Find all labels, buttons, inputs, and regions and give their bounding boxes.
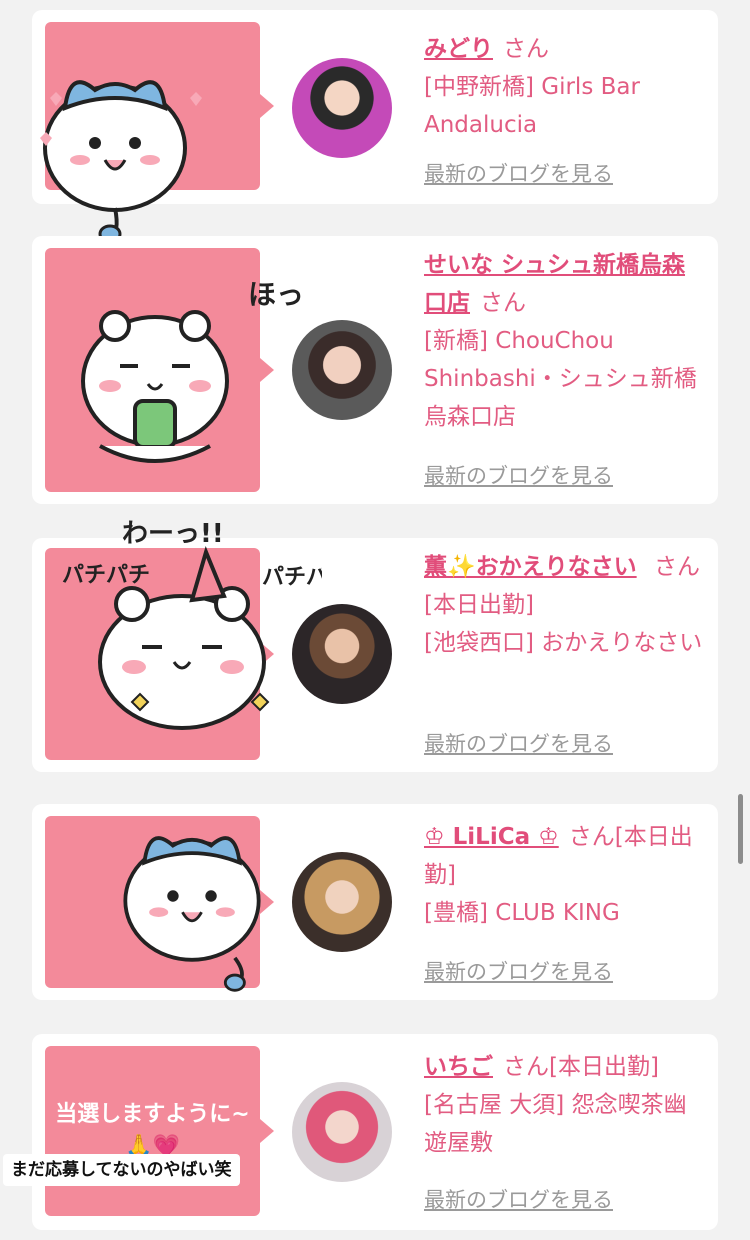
message-bubble[interactable] — [45, 548, 274, 760]
latest-blog-link[interactable]: 最新のブログを見る — [424, 460, 613, 490]
list-item[interactable]: わーっ!! パチパチ パチパチ 薫✨おかえりなさい さん[本日出勤] [池袋西口… — [32, 519, 718, 772]
avatar[interactable] — [292, 1082, 392, 1182]
shop-name: [名古屋 大須] 怨念喫茶幽遊屋敷 — [424, 1092, 687, 1156]
overlay-caption: まだ応募してないのやばい笑 — [3, 1154, 240, 1186]
shop-name: [新橋] ChouChou Shinbashi・シュシュ新橋烏森口店 — [424, 328, 697, 430]
list-item[interactable]: ほっ…… せいな シュシュ新橋烏森口店さん [新橋] ChouChou Shin… — [32, 236, 718, 504]
scrollbar[interactable] — [738, 794, 743, 864]
latest-blog-link[interactable]: 最新のブログを見る — [424, 158, 613, 188]
avatar[interactable] — [292, 604, 392, 704]
svg-text:わーっ!!: わーっ!! — [122, 519, 224, 549]
message-bubble[interactable]: 当選しますように~🙏💗 — [45, 1046, 274, 1216]
list-item[interactable]: 当選しますように~🙏💗 いちご さん[本日出勤] [名古屋 大須] 怨念喫茶幽遊屋… — [32, 1034, 718, 1230]
girl-name-link[interactable]: ♔ LiLiCa ♔ — [424, 824, 559, 850]
latest-blog-link[interactable]: 最新のブログを見る — [424, 1184, 613, 1214]
message-bubble[interactable] — [45, 816, 274, 988]
honorific: さん — [568, 824, 615, 850]
svg-text:パチパチ: パチパチ — [262, 565, 322, 590]
list-item[interactable]: ♔ LiLiCa ♔ さん[本日出勤] [豊橋] CLUB KING 最新のブログ… — [32, 804, 718, 1000]
avatar[interactable] — [292, 320, 392, 420]
message-bubble[interactable] — [45, 22, 274, 190]
girl-name-link[interactable]: せいな シュシュ新橋烏森口店 — [424, 252, 685, 316]
shop-name: [豊橋] CLUB KING — [424, 900, 620, 926]
girl-name-link[interactable]: 薫✨おかえりなさい — [424, 554, 637, 580]
honorific: さん — [503, 36, 549, 62]
honorific: さん — [503, 1054, 549, 1080]
status-badge: [本日出勤] — [424, 592, 534, 618]
honorific: さん — [480, 290, 526, 316]
girl-name-link[interactable]: いちご — [424, 1054, 493, 1080]
status-badge: [本日出勤] — [549, 1054, 659, 1080]
honorific: さん — [653, 554, 700, 580]
message-bubble[interactable] — [45, 248, 274, 492]
girl-name-link[interactable]: みどり — [424, 36, 493, 62]
latest-blog-link[interactable]: 最新のブログを見る — [424, 956, 613, 986]
list-item[interactable]: みどり さん [中野新橋] Girls Bar Andalucia 最新のブログを… — [32, 10, 718, 244]
shop-name: [池袋西口] おかえりなさい — [424, 630, 703, 656]
latest-blog-link[interactable]: 最新のブログを見る — [424, 728, 613, 758]
avatar[interactable] — [292, 58, 392, 158]
shop-name: [中野新橋] Girls Bar Andalucia — [424, 74, 640, 138]
avatar[interactable] — [292, 852, 392, 952]
